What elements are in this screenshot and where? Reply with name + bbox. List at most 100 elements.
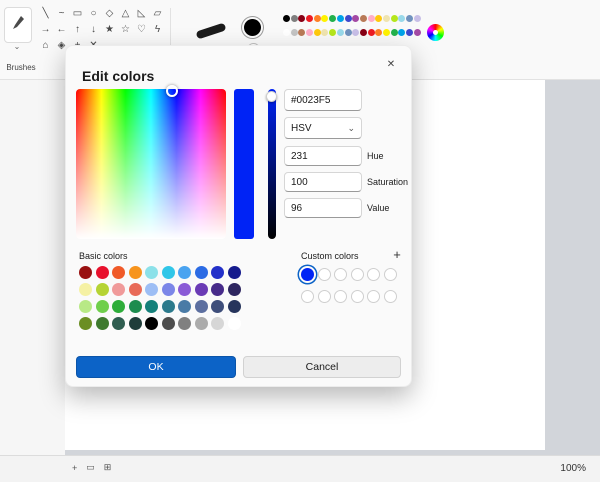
color-swatch[interactable]	[406, 29, 413, 36]
color-swatch[interactable]	[227, 283, 241, 296]
color-swatch[interactable]	[352, 29, 360, 36]
shape-icon[interactable]: →	[38, 22, 53, 37]
color-swatch[interactable]	[367, 15, 375, 22]
color-swatch[interactable]	[398, 15, 406, 22]
color-swatch[interactable]	[298, 15, 306, 22]
shape-icon[interactable]: △	[118, 6, 133, 21]
shape-icon[interactable]: ←	[54, 22, 69, 37]
shape-icon[interactable]: ◺	[134, 6, 149, 21]
color-swatch[interactable]	[321, 15, 329, 22]
color-swatch[interactable]	[383, 290, 397, 303]
color-swatch[interactable]	[194, 317, 208, 330]
color-swatch[interactable]	[383, 268, 397, 281]
color-swatch[interactable]	[145, 266, 158, 279]
color-swatch[interactable]	[161, 266, 175, 279]
chevron-down-icon[interactable]: ⌄	[4, 42, 30, 51]
cancel-button[interactable]: Cancel	[243, 356, 401, 378]
color-swatch[interactable]	[145, 317, 158, 330]
shape-icon[interactable]: ↓	[86, 22, 101, 37]
color-swatch[interactable]	[161, 283, 175, 296]
color-swatch[interactable]	[317, 268, 331, 281]
hue-saturation-picker[interactable]	[76, 85, 226, 239]
color-swatch[interactable]	[79, 300, 92, 313]
stroke-size-icon[interactable]	[195, 22, 227, 40]
color-swatch[interactable]	[367, 290, 380, 303]
shape-icon[interactable]: ~	[54, 6, 69, 21]
color-swatch[interactable]	[112, 300, 125, 313]
color-swatch[interactable]	[334, 268, 347, 281]
color-swatch[interactable]	[344, 15, 352, 22]
color-swatch[interactable]	[128, 283, 142, 296]
color-swatch[interactable]	[227, 300, 241, 313]
shape-icon[interactable]: ϟ	[150, 22, 165, 37]
status-icon[interactable]: ▭	[86, 462, 95, 473]
color-swatch[interactable]	[382, 15, 390, 22]
color-swatch[interactable]	[161, 300, 175, 313]
color-swatch[interactable]	[359, 15, 367, 22]
color-swatch[interactable]	[128, 300, 142, 313]
color-swatch[interactable]	[95, 266, 109, 279]
value-slider-knob[interactable]	[266, 91, 277, 102]
color-swatch[interactable]	[301, 268, 314, 281]
color-swatch[interactable]	[211, 266, 224, 279]
color-swatch[interactable]	[359, 29, 367, 36]
color-swatch[interactable]	[227, 317, 241, 330]
shape-icon[interactable]: ○	[86, 6, 101, 21]
color-swatch[interactable]	[227, 266, 241, 279]
color-swatch[interactable]	[178, 300, 191, 313]
color-swatch[interactable]	[336, 29, 344, 36]
saturation-input[interactable]	[284, 172, 362, 192]
color-swatch[interactable]	[350, 290, 364, 303]
color-swatch[interactable]	[298, 29, 306, 36]
shape-icon[interactable]: ◇	[102, 6, 117, 21]
color-swatch[interactable]	[211, 300, 224, 313]
color-swatch[interactable]	[413, 15, 421, 22]
color-swatch[interactable]	[321, 29, 329, 36]
color-swatch[interactable]	[313, 15, 321, 22]
add-custom-color-button[interactable]: +	[389, 246, 405, 262]
color-swatch[interactable]	[283, 29, 290, 36]
color-swatch[interactable]	[390, 29, 398, 36]
shape-icon[interactable]: ★	[102, 22, 117, 37]
color-swatch[interactable]	[398, 29, 406, 36]
shape-icon[interactable]: ╲	[38, 6, 53, 21]
color-swatch[interactable]	[334, 290, 347, 303]
edit-colors-button[interactable]	[427, 24, 444, 41]
color-swatch[interactable]	[406, 15, 413, 22]
color-swatch[interactable]	[79, 283, 92, 296]
color-swatch[interactable]	[413, 29, 421, 36]
color-swatch[interactable]	[329, 15, 337, 22]
shape-icon[interactable]: ▱	[150, 6, 165, 21]
color1-swatch[interactable]	[244, 19, 261, 36]
close-icon[interactable]: ✕	[381, 54, 401, 74]
picker-marker[interactable]	[166, 85, 178, 97]
color-swatch[interactable]	[290, 15, 298, 22]
color-swatch[interactable]	[178, 266, 191, 279]
color-swatch[interactable]	[352, 15, 360, 22]
color-swatch[interactable]	[350, 268, 364, 281]
shape-icon[interactable]: ↑	[70, 22, 85, 37]
color-model-select[interactable]: HSV ⌄	[284, 117, 362, 139]
color-swatch[interactable]	[313, 29, 321, 36]
color-swatch[interactable]	[211, 283, 224, 296]
status-icon[interactable]: +	[72, 462, 77, 473]
color-swatch[interactable]	[367, 268, 380, 281]
color-swatch[interactable]	[375, 29, 383, 36]
hex-input[interactable]	[284, 89, 362, 111]
color-swatch[interactable]	[161, 317, 175, 330]
color-swatch[interactable]	[95, 317, 109, 330]
value-slider[interactable]	[266, 89, 277, 239]
color-swatch[interactable]	[112, 283, 125, 296]
color-swatch[interactable]	[145, 300, 158, 313]
color-swatch[interactable]	[194, 300, 208, 313]
color-swatch[interactable]	[375, 15, 383, 22]
ok-button[interactable]: OK	[76, 356, 236, 378]
color-swatch[interactable]	[95, 283, 109, 296]
color-swatch[interactable]	[128, 266, 142, 279]
value-input[interactable]	[284, 198, 362, 218]
color-swatch[interactable]	[79, 317, 92, 330]
color-swatch[interactable]	[283, 15, 290, 22]
shape-icon[interactable]: ♡	[134, 22, 149, 37]
color-swatch[interactable]	[390, 15, 398, 22]
color-swatch[interactable]	[128, 317, 142, 330]
